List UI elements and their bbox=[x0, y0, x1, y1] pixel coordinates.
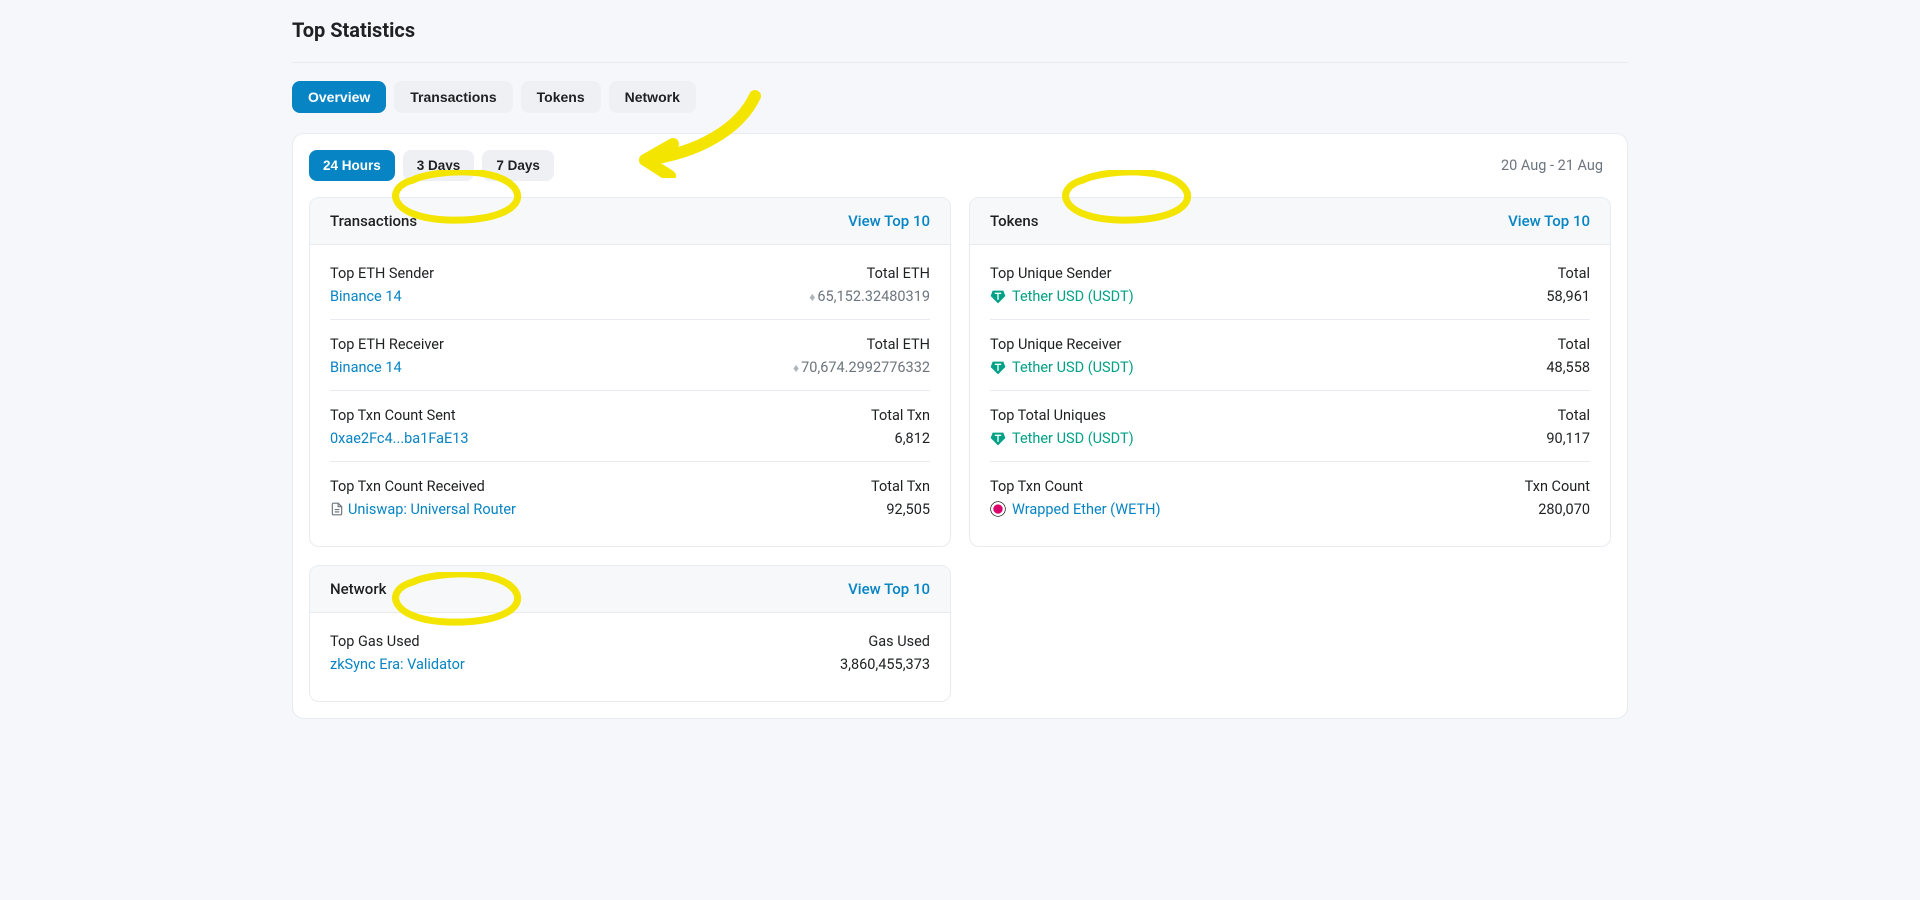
card-network-title: Network bbox=[330, 580, 386, 598]
row-value: 92,505 bbox=[886, 501, 930, 518]
card-transactions-title: Transactions bbox=[330, 212, 417, 230]
table-row: Top Txn Count Received Uniswap: Universa… bbox=[330, 462, 930, 532]
tether-icon bbox=[990, 288, 1006, 304]
row-value: 90,117 bbox=[1546, 430, 1590, 447]
table-row: Top ETH Sender Binance 14 Total ETH ♦65,… bbox=[330, 249, 930, 320]
row-link[interactable]: 0xae2Fc4...ba1FaE13 bbox=[330, 430, 469, 447]
view-top-tokens[interactable]: View Top 10 bbox=[1508, 212, 1590, 230]
row-rlabel: Gas Used bbox=[868, 633, 930, 650]
tab-network[interactable]: Network bbox=[609, 81, 696, 113]
row-label: Top ETH Sender bbox=[330, 265, 434, 282]
table-row: Top Unique Receiver Tether USD (USDT) To… bbox=[990, 320, 1590, 391]
row-value: ♦65,152.32480319 bbox=[809, 288, 930, 305]
table-row: Top Txn Count Wrapped Ether (WETH) Txn C… bbox=[990, 462, 1590, 532]
date-range: 20 Aug - 21 Aug bbox=[1501, 157, 1611, 174]
view-top-transactions[interactable]: View Top 10 bbox=[848, 212, 930, 230]
overview-panel: 24 Hours 3 Days 7 Days 20 Aug - 21 Aug T… bbox=[292, 133, 1628, 719]
row-rlabel: Total bbox=[1558, 336, 1590, 353]
table-row: Top Total Uniques Tether USD (USDT) Tota… bbox=[990, 391, 1590, 462]
row-value: ♦70,674.2992776332 bbox=[793, 359, 930, 376]
row-link[interactable]: Tether USD (USDT) bbox=[1012, 430, 1134, 447]
time-pill-7d[interactable]: 7 Days bbox=[482, 150, 554, 181]
row-rlabel: Total ETH bbox=[867, 336, 930, 353]
contract-icon bbox=[330, 502, 344, 516]
eth-icon: ♦ bbox=[809, 290, 815, 304]
row-value: 58,961 bbox=[1546, 288, 1590, 305]
row-value: 3,860,455,373 bbox=[840, 656, 930, 673]
time-pill-3d[interactable]: 3 Days bbox=[403, 150, 475, 181]
row-rlabel: Total Txn bbox=[871, 407, 930, 424]
card-tokens-title: Tokens bbox=[990, 212, 1038, 230]
row-link[interactable]: zkSync Era: Validator bbox=[330, 656, 465, 673]
row-link[interactable]: Wrapped Ether (WETH) bbox=[1012, 501, 1161, 518]
row-link[interactable]: Binance 14 bbox=[330, 288, 434, 305]
divider bbox=[292, 62, 1628, 63]
row-rlabel: Txn Count bbox=[1525, 478, 1590, 495]
row-label: Top Total Uniques bbox=[990, 407, 1134, 424]
row-label: Top Txn Count Sent bbox=[330, 407, 469, 424]
row-label: Top Unique Receiver bbox=[990, 336, 1134, 353]
row-link[interactable]: Tether USD (USDT) bbox=[1012, 359, 1134, 376]
row-link[interactable]: Uniswap: Universal Router bbox=[348, 501, 516, 518]
table-row: Top ETH Receiver Binance 14 Total ETH ♦7… bbox=[330, 320, 930, 391]
row-link[interactable]: Binance 14 bbox=[330, 359, 444, 376]
page-title: Top Statistics bbox=[292, 0, 1628, 62]
tab-overview[interactable]: Overview bbox=[292, 81, 386, 113]
eth-icon: ♦ bbox=[793, 361, 799, 375]
row-value: 280,070 bbox=[1538, 501, 1590, 518]
table-row: Top Gas Used zkSync Era: Validator Gas U… bbox=[330, 617, 930, 687]
table-row: Top Txn Count Sent 0xae2Fc4...ba1FaE13 T… bbox=[330, 391, 930, 462]
tab-transactions[interactable]: Transactions bbox=[394, 81, 512, 113]
card-network: Network View Top 10 Top Gas Used zkSync … bbox=[309, 565, 951, 702]
tether-icon bbox=[990, 359, 1006, 375]
row-rlabel: Total ETH bbox=[867, 265, 930, 282]
row-rlabel: Total bbox=[1558, 407, 1590, 424]
weth-icon bbox=[990, 501, 1006, 517]
row-label: Top Gas Used bbox=[330, 633, 465, 650]
card-transactions: Transactions View Top 10 Top ETH Sender … bbox=[309, 197, 951, 547]
main-tabs: Overview Transactions Tokens Network bbox=[292, 81, 1628, 113]
card-tokens: Tokens View Top 10 Top Unique Sender Tet… bbox=[969, 197, 1611, 547]
row-label: Top Txn Count bbox=[990, 478, 1161, 495]
row-value: 6,812 bbox=[895, 430, 930, 447]
row-label: Top Unique Sender bbox=[990, 265, 1134, 282]
row-rlabel: Total Txn bbox=[871, 478, 930, 495]
time-pill-24h[interactable]: 24 Hours bbox=[309, 150, 395, 181]
row-value: 48,558 bbox=[1546, 359, 1590, 376]
tab-tokens[interactable]: Tokens bbox=[521, 81, 601, 113]
row-link[interactable]: Tether USD (USDT) bbox=[1012, 288, 1134, 305]
table-row: Top Unique Sender Tether USD (USDT) Tota… bbox=[990, 249, 1590, 320]
tether-icon bbox=[990, 430, 1006, 446]
row-label: Top Txn Count Received bbox=[330, 478, 516, 495]
row-label: Top ETH Receiver bbox=[330, 336, 444, 353]
view-top-network[interactable]: View Top 10 bbox=[848, 580, 930, 598]
time-range-tabs: 24 Hours 3 Days 7 Days bbox=[309, 150, 554, 181]
row-rlabel: Total bbox=[1558, 265, 1590, 282]
